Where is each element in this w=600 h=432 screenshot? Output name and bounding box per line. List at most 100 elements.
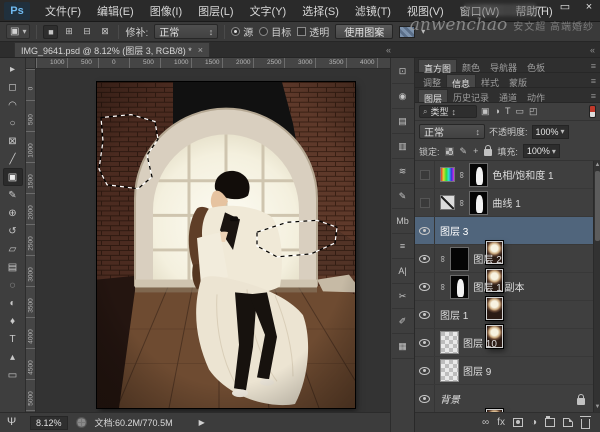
lock-all-icon[interactable] <box>484 149 492 156</box>
history-brush-tool[interactable]: ↺ <box>3 222 23 240</box>
layer-style-icon[interactable]: fx <box>497 417 505 428</box>
lock-paint-icon[interactable]: ✎ <box>460 146 468 157</box>
rectangle-tool[interactable]: ▭ <box>3 366 23 384</box>
visibility-toggle[interactable] <box>415 301 435 328</box>
filter-toggle-switch[interactable] <box>589 105 596 118</box>
eraser-tool[interactable]: ▱ <box>3 240 23 258</box>
visibility-toggle[interactable] <box>415 245 435 272</box>
visibility-toggle[interactable] <box>415 329 435 356</box>
new-adjustment-icon[interactable]: ◑ <box>531 417 537 428</box>
visibility-toggle[interactable] <box>415 273 435 300</box>
pen-tool[interactable]: ♦ <box>3 312 23 330</box>
visibility-toggle[interactable] <box>415 189 435 216</box>
transparent-checkbox-field[interactable]: 透明 <box>297 24 329 39</box>
scrollbar[interactable]: ▲ ▼ <box>593 161 600 412</box>
panel-button-properties[interactable]: ▤ <box>392 109 414 134</box>
patch-tool[interactable]: ▣ <box>3 168 23 186</box>
scrollbar-thumb[interactable] <box>595 171 600 241</box>
marquee-tool[interactable]: ◻ <box>3 78 23 96</box>
layer-row-background[interactable]: 背景 <box>415 385 593 412</box>
layer-row-layer-3[interactable]: 图层 3 <box>415 217 593 245</box>
layer-row-layer-1-copy[interactable]: ∞图层 1 副本 <box>415 273 593 301</box>
lock-move-icon[interactable]: + <box>473 146 478 156</box>
path-selection-tool[interactable]: ▴ <box>3 348 23 366</box>
document-tab[interactable]: IMG_9641.psd @ 8.12% (图层 3, RGB/8) * × <box>14 42 210 57</box>
new-group-icon[interactable] <box>545 418 555 427</box>
layer-row-hue-sat-1[interactable]: ∞色相/饱和度 1 <box>415 161 593 189</box>
panel-button-brush-presets[interactable]: ✐ <box>392 309 414 334</box>
transparent-checkbox[interactable] <box>297 27 306 36</box>
filter-pixel-icon[interactable]: ▣ <box>481 106 490 117</box>
fill-field[interactable]: 100% ▾ <box>523 144 560 158</box>
blur-tool[interactable]: ◌ <box>3 276 23 294</box>
blend-mode-dropdown[interactable]: 正常 ↕ <box>419 124 485 139</box>
visibility-toggle[interactable] <box>415 161 435 188</box>
panel-button-character[interactable]: A| <box>392 259 414 284</box>
new-layer-icon[interactable] <box>563 418 573 427</box>
panel-button-histogram[interactable]: ▥ <box>392 134 414 159</box>
panel-button-clone-source[interactable]: ⊡ <box>392 59 414 84</box>
menu-type[interactable]: 文字(Y) <box>243 0 294 22</box>
panel-button-measurement-log[interactable]: ≋ <box>392 159 414 184</box>
lasso-tool[interactable]: ◠ <box>3 96 23 114</box>
gradient-tool[interactable]: ▤ <box>3 258 23 276</box>
delete-layer-icon[interactable] <box>581 419 590 429</box>
filter-smart-object-icon[interactable]: ◰ <box>529 106 538 117</box>
zoom-level-field[interactable]: 8.12% <box>30 416 68 430</box>
menu-image[interactable]: 图像(I) <box>143 0 189 22</box>
tab-color[interactable]: 颜色 <box>457 59 485 72</box>
target-radio-field[interactable]: 目标 <box>259 24 291 39</box>
status-menu-arrow-icon[interactable]: ▶ <box>199 418 205 427</box>
tab-masks[interactable]: 蒙版 <box>504 74 532 87</box>
dock-collapse-chevron[interactable]: « <box>386 45 390 55</box>
panel-menu-icon[interactable]: ≡ <box>591 91 596 101</box>
type-tool-tool[interactable]: T <box>3 330 23 348</box>
add-selection-icon[interactable]: ⊞ <box>61 25 76 39</box>
filter-shape-icon[interactable]: ▭ <box>515 106 524 117</box>
use-pattern-button[interactable]: 使用图案 <box>335 24 393 39</box>
filter-adjustment-icon[interactable]: ◑ <box>495 106 500 117</box>
tab-layers[interactable]: 图层 <box>418 89 448 102</box>
panel-menu-icon[interactable]: ≡ <box>591 76 596 86</box>
crop-tool[interactable]: ⊠ <box>3 132 23 150</box>
clone-stamp-tool[interactable]: ⊕ <box>3 204 23 222</box>
move-tool[interactable]: ▸ <box>3 60 23 78</box>
tab-actions[interactable]: 动作 <box>522 89 550 102</box>
menu-view[interactable]: 视图(V) <box>400 0 451 22</box>
layer-row-layer-9[interactable]: 图层 9 <box>415 357 593 385</box>
new-selection-icon[interactable]: ■ <box>43 25 58 39</box>
subtract-selection-icon[interactable]: ⊟ <box>79 25 94 39</box>
menu-edit[interactable]: 编辑(E) <box>90 0 141 22</box>
tab-history[interactable]: 历史记录 <box>448 89 494 102</box>
chevron-down-icon[interactable]: ▾ <box>421 27 425 36</box>
panel-button-kuler[interactable]: ◉ <box>392 84 414 109</box>
panel-menu-icon[interactable]: ≡ <box>591 61 596 71</box>
visibility-toggle[interactable] <box>415 385 435 412</box>
scroll-down-icon[interactable]: ▼ <box>594 403 600 412</box>
source-radio[interactable] <box>231 27 240 36</box>
intersect-selection-icon[interactable]: ⊠ <box>97 25 112 39</box>
restore-button[interactable]: ▭ <box>558 2 572 12</box>
brush-tool[interactable]: ✎ <box>3 186 23 204</box>
layer-filter-dropdown[interactable]: ⌕ 类型 ↕ <box>419 105 477 118</box>
visibility-toggle[interactable] <box>415 357 435 384</box>
visibility-toggle[interactable] <box>415 217 435 244</box>
tab-channels[interactable]: 通道 <box>494 89 522 102</box>
hand-tool-icon[interactable]: Ψ <box>7 416 16 428</box>
close-tab-icon[interactable]: × <box>198 45 203 55</box>
menu-layer[interactable]: 图层(L) <box>191 0 240 22</box>
layer-row-layer-1[interactable]: 图层 1 <box>415 301 593 329</box>
panel-button-character-styles[interactable]: ▦ <box>392 334 414 359</box>
document-canvas[interactable] <box>97 82 355 408</box>
panel-button-adjustments[interactable]: ≡ <box>392 234 414 259</box>
source-radio-field[interactable]: 源 <box>231 24 253 39</box>
pattern-swatch[interactable] <box>399 26 415 38</box>
dock-collapse-chevron[interactable]: « <box>590 45 594 55</box>
tab-info[interactable]: 信息 <box>446 74 476 87</box>
tab-adjustments[interactable]: 调整 <box>418 74 446 87</box>
tab-histogram[interactable]: 直方图 <box>418 59 457 72</box>
scroll-up-icon[interactable]: ▲ <box>594 161 600 170</box>
dodge-tool[interactable]: ◐ <box>3 294 23 312</box>
filter-type-icon[interactable]: T <box>505 106 511 117</box>
close-button[interactable]: × <box>582 2 596 12</box>
